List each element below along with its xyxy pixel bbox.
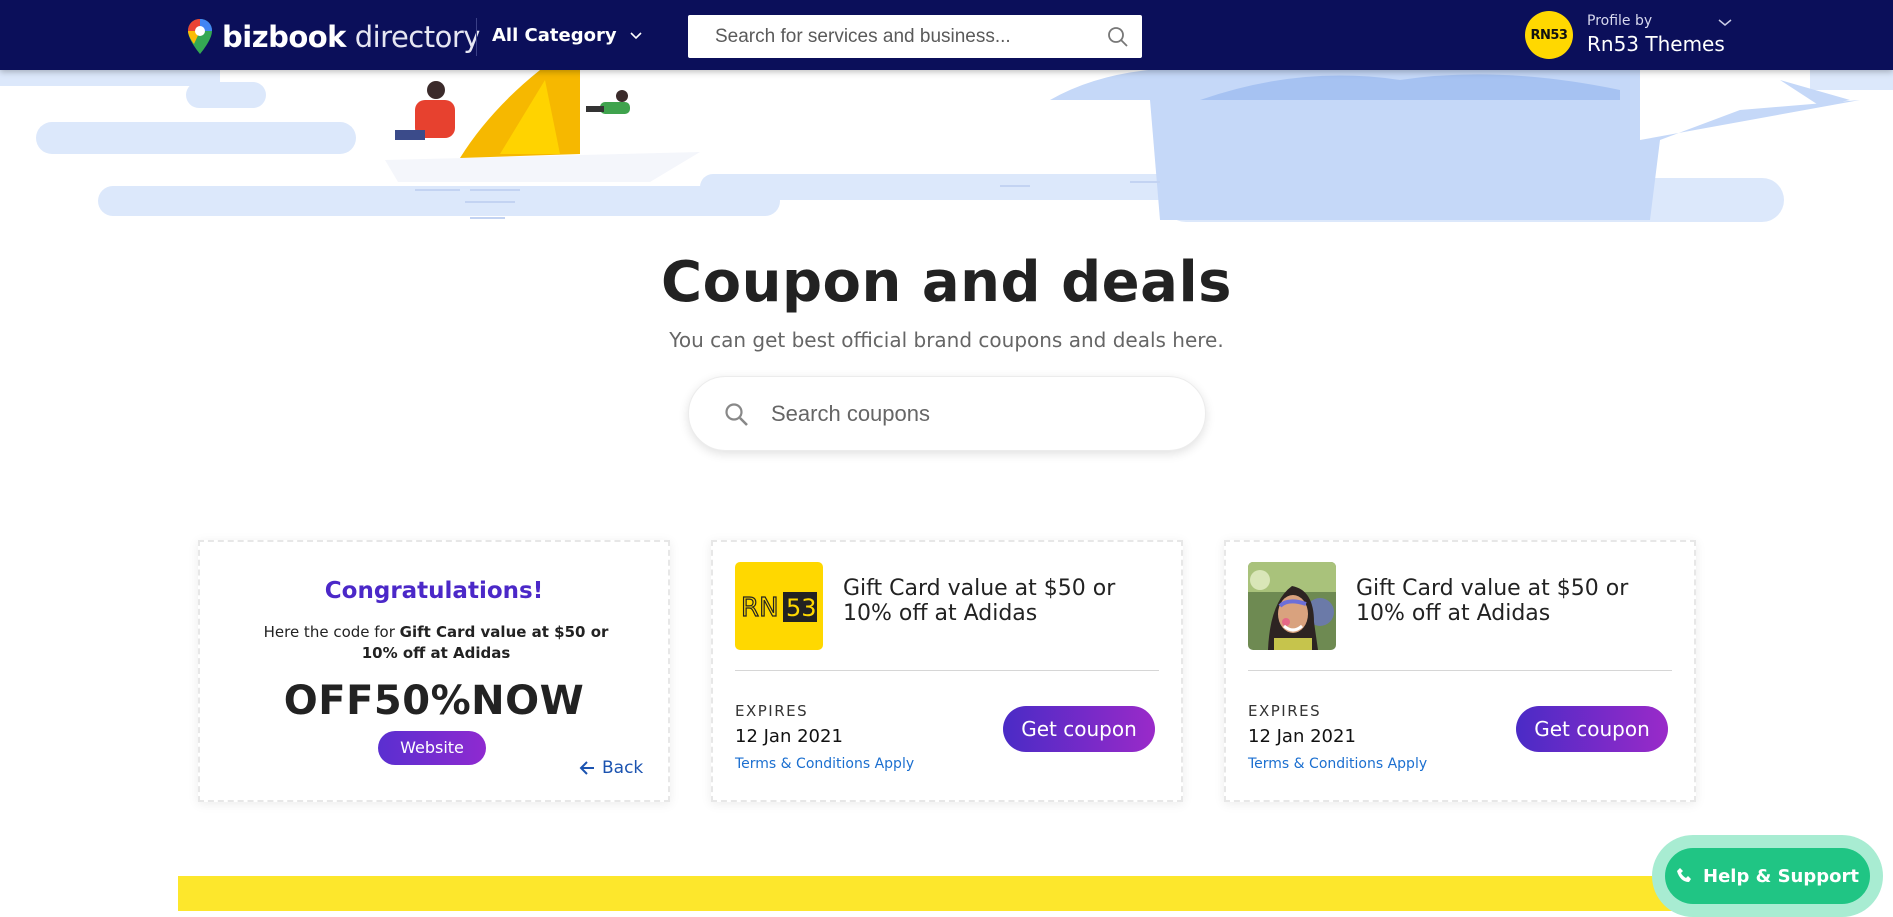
coupon-thumbnail: RN 53 [735, 562, 823, 650]
site-logo[interactable]: bizbook directory [186, 18, 480, 56]
code-description: Here the code for Gift Card value at $50… [260, 622, 612, 664]
arrow-left-icon [579, 761, 594, 775]
website-button[interactable]: Website [378, 731, 486, 765]
search-icon [725, 403, 748, 426]
page-subtitle: You can get best official brand coupons … [669, 328, 1224, 352]
all-category-dropdown[interactable]: All Category [492, 22, 645, 48]
expires-date: 12 Jan 2021 [735, 726, 843, 747]
back-link[interactable]: Back [578, 758, 643, 778]
expires-label: EXPIRES [735, 702, 809, 720]
coupon-title[interactable]: Gift Card value at $50 or 10% off at Adi… [843, 576, 1163, 626]
terms-link[interactable]: Terms & Conditions Apply [1248, 756, 1427, 772]
help-label: Help & Support [1703, 865, 1859, 887]
congrats-heading: Congratulations! [324, 578, 544, 604]
coupon-code[interactable]: OFF50%NOW [200, 678, 668, 724]
svg-text:RN: RN [741, 593, 779, 623]
category-label: All Category [492, 24, 617, 46]
coupon-search-box [688, 376, 1206, 451]
nav-divider [476, 18, 477, 56]
hero-illustration [0, 70, 1893, 222]
help-support-button[interactable]: Help & Support [1665, 848, 1870, 904]
chevron-down-icon[interactable] [1716, 14, 1734, 32]
profile-name[interactable]: Rn53 Themes [1587, 32, 1725, 56]
code-intro-text: Here the code for [263, 623, 395, 641]
bottom-banner [178, 876, 1718, 911]
person-photo [1248, 562, 1336, 650]
profile-by-label: Profile by [1587, 13, 1653, 29]
back-label: Back [602, 758, 644, 778]
card-divider [735, 670, 1159, 671]
coupon-card: Gift Card value at $50 or 10% off at Adi… [1224, 540, 1696, 802]
revealed-coupon-card: Congratulations! Here the code for Gift … [198, 540, 670, 802]
header-search-input[interactable] [715, 25, 1105, 48]
map-pin-icon [188, 19, 212, 54]
page-title: Coupon and deals [661, 250, 1232, 315]
phone-icon [1677, 868, 1692, 882]
logo-text: bizbook directory [222, 20, 480, 54]
expires-label: EXPIRES [1248, 702, 1322, 720]
coupon-card: RN 53 Gift Card value at $50 or 10% off … [711, 540, 1183, 802]
card-divider [1248, 670, 1672, 671]
get-coupon-button[interactable]: Get coupon [1003, 706, 1155, 752]
coupon-title[interactable]: Gift Card value at $50 or 10% off at Adi… [1356, 576, 1676, 626]
brand-logo-icon: RN 53 [740, 592, 817, 624]
svg-text:53: 53 [786, 594, 817, 622]
coupon-search-input[interactable] [771, 400, 1171, 427]
profile-avatar[interactable]: RN53 [1525, 11, 1573, 59]
top-navbar: bizbook directory All Category RN53 Prof… [0, 0, 1893, 70]
coupon-thumbnail [1248, 562, 1336, 650]
header-search-box [688, 15, 1142, 58]
expires-date: 12 Jan 2021 [1248, 726, 1356, 747]
chevron-down-icon [630, 32, 642, 40]
terms-link[interactable]: Terms & Conditions Apply [735, 756, 914, 772]
search-icon[interactable] [1106, 25, 1130, 49]
code-deal-name: Gift Card value at $50 or 10% off at Adi… [361, 623, 609, 662]
get-coupon-button[interactable]: Get coupon [1516, 706, 1668, 752]
